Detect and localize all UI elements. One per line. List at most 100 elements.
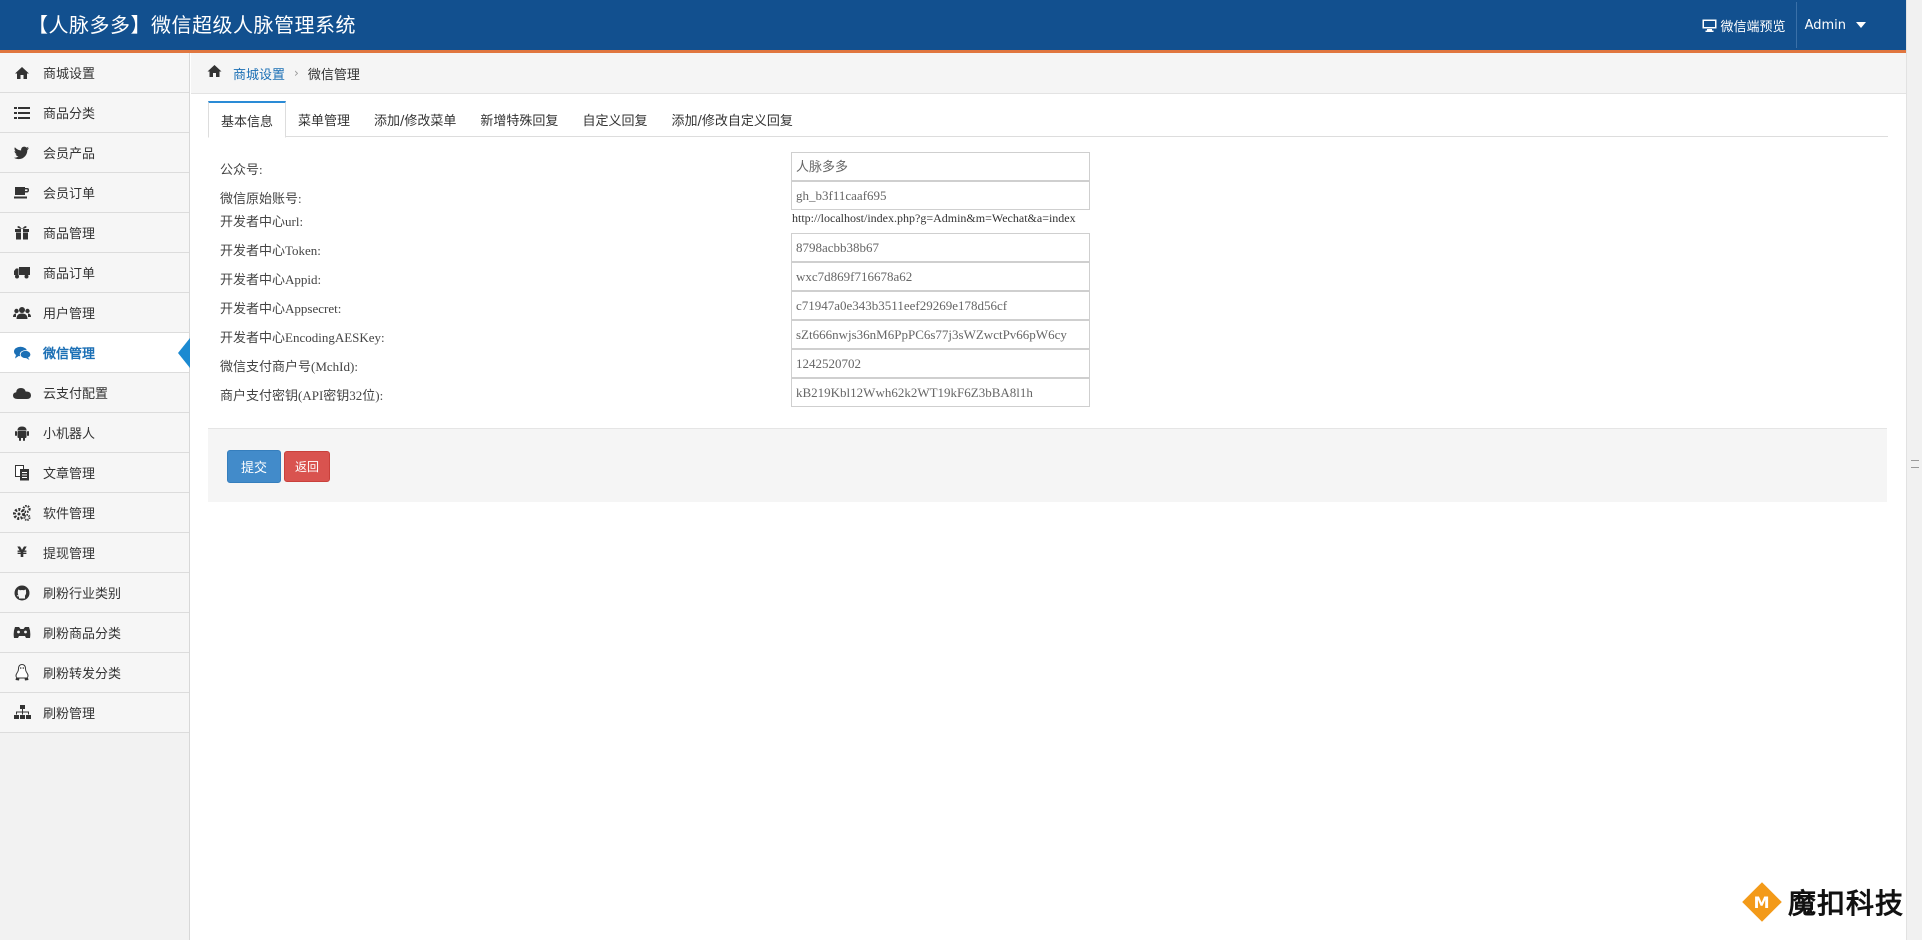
- back-button[interactable]: 返回: [284, 451, 330, 482]
- tab-menu-management[interactable]: 菜单管理: [286, 101, 362, 137]
- sidebar-item-label: 刷粉行业类别: [43, 587, 122, 602]
- aes-key-label: 开发者中心EncodingAESKey:: [220, 330, 385, 345]
- api-key-input[interactable]: kB219Kbl12Wwh62k2WT19kF6Z3bBA8l1h: [791, 378, 1090, 407]
- sidebar: 商城设置 商品分类 会员产品 会员订单 商品管理 商品订单 用户管理 微信管理 …: [0, 53, 190, 940]
- sitemap-icon: [13, 704, 31, 722]
- sidebar-item-software-management[interactable]: 软件管理: [0, 493, 189, 533]
- sidebar-item-robot[interactable]: 小机器人: [0, 413, 189, 453]
- token-label: 开发者中心Token:: [220, 243, 321, 258]
- appid-input[interactable]: wxc7d869f716678a62: [791, 262, 1090, 291]
- coffee-cup-icon: [13, 184, 31, 202]
- truck-icon: [13, 264, 31, 282]
- sidebar-item-article-management[interactable]: 文章管理: [0, 453, 189, 493]
- sidebar-item-member-products[interactable]: 会员产品: [0, 133, 189, 173]
- form-row-token: 开发者中心Token: 8798acbb38b67: [220, 233, 1120, 262]
- chevron-right-icon: ›: [294, 66, 299, 80]
- home-icon: [13, 64, 31, 82]
- twitter-icon: [13, 144, 31, 162]
- form-row-api-key: 商户支付密钥(API密钥32位): kB219Kbl12Wwh62k2WT19k…: [220, 378, 1120, 407]
- sidebar-item-product-orders[interactable]: 商品订单: [0, 253, 189, 293]
- home-icon[interactable]: [206, 64, 223, 82]
- github-icon: [13, 584, 31, 602]
- developer-url-value: http://localhost/index.php?g=Admin&m=Wec…: [792, 211, 1076, 225]
- sidebar-item-label: 会员订单: [43, 187, 96, 202]
- aes-key-input[interactable]: sZt666nwjs36nM6PpPC6s77j3sWZwctPv66pW6cy: [791, 320, 1090, 349]
- mch-id-label: 微信支付商户号(MchId):: [220, 359, 358, 374]
- cloud-icon: [13, 384, 31, 402]
- original-id-input[interactable]: gh_b3f11caaf695: [791, 181, 1090, 210]
- api-key-label: 商户支付密钥(API密钥32位):: [220, 388, 384, 403]
- tab-basic-info[interactable]: 基本信息: [208, 101, 287, 138]
- sidebar-item-fans-forward-categories[interactable]: 刷粉转发分类: [0, 653, 189, 693]
- sidebar-item-member-orders[interactable]: 会员订单: [0, 173, 189, 213]
- sidebar-item-fans-management[interactable]: 刷粉管理: [0, 693, 189, 733]
- appsecret-input[interactable]: c71947a0e343b3511eef29269e178d56cf: [791, 291, 1090, 320]
- page-scrollbar[interactable]: [1906, 0, 1922, 940]
- sidebar-item-label: 商品分类: [43, 107, 96, 122]
- gamepad-icon: [13, 624, 31, 642]
- scroll-grip-icon: [1911, 460, 1919, 468]
- breadcrumb-parent-link[interactable]: 商城设置: [233, 64, 285, 83]
- top-header: 【人脉多多】微信超级人脉管理系统 微信端预览 Admin: [0, 0, 1906, 53]
- yen-icon: ¥: [17, 544, 27, 561]
- sidebar-item-label: 商品管理: [43, 227, 96, 242]
- chat-bubbles-icon: [13, 344, 31, 362]
- watermark-logo-letter: M: [1754, 892, 1770, 912]
- form-actions: 提交 返回: [208, 428, 1887, 502]
- watermark-logo-icon: M: [1742, 882, 1782, 922]
- sidebar-item-mall-settings[interactable]: 商城设置: [0, 53, 189, 93]
- sidebar-item-label: 刷粉转发分类: [43, 667, 122, 682]
- appsecret-label: 开发者中心Appsecret:: [220, 301, 342, 316]
- sidebar-item-fans-industry[interactable]: 刷粉行业类别: [0, 573, 189, 613]
- sidebar-item-label: 文章管理: [43, 467, 96, 482]
- sidebar-item-cloud-pay-config[interactable]: 云支付配置: [0, 373, 189, 413]
- header-right: 微信端预览 Admin: [1692, 0, 1906, 50]
- sidebar-item-label: 云支付配置: [43, 387, 109, 402]
- sidebar-item-label: 会员产品: [43, 147, 96, 162]
- breadcrumb-current: 微信管理: [307, 67, 360, 83]
- breadcrumb: 商城设置 › 微信管理: [191, 53, 1906, 94]
- sidebar-item-user-management[interactable]: 用户管理: [0, 293, 189, 333]
- user-name: Admin: [1804, 17, 1846, 33]
- form-row-appsecret: 开发者中心Appsecret: c71947a0e343b3511eef2926…: [220, 291, 1120, 320]
- tab-add-special-reply[interactable]: 新增特殊回复: [468, 101, 570, 137]
- sidebar-item-withdrawal-management[interactable]: ¥ 提现管理: [0, 533, 189, 573]
- sidebar-item-product-categories[interactable]: 商品分类: [0, 93, 189, 133]
- app-title: 【人脉多多】微信超级人脉管理系统: [28, 13, 356, 37]
- submit-button[interactable]: 提交: [227, 450, 281, 483]
- gift-icon: [13, 224, 31, 242]
- form-row-mch-id: 微信支付商户号(MchId): 1242520702: [220, 349, 1120, 378]
- original-id-label: 微信原始账号:: [220, 191, 302, 206]
- appid-label: 开发者中心Appid:: [220, 272, 322, 287]
- user-menu[interactable]: Admin: [1797, 0, 1906, 50]
- files-icon: [13, 464, 31, 482]
- token-input[interactable]: 8798acbb38b67: [791, 233, 1090, 262]
- account-name-input[interactable]: 人脉多多: [791, 152, 1090, 181]
- sidebar-item-label: 商品订单: [43, 267, 96, 282]
- android-icon: [13, 424, 31, 442]
- caret-down-icon: [1856, 22, 1866, 28]
- developer-url-label: 开发者中心url:: [220, 214, 304, 229]
- form-row-account-name: 公众号: 人脉多多: [220, 152, 1120, 181]
- tab-custom-reply[interactable]: 自定义回复: [570, 101, 659, 137]
- tab-add-edit-menu[interactable]: 添加/修改菜单: [362, 101, 468, 137]
- sidebar-item-product-management[interactable]: 商品管理: [0, 213, 189, 253]
- sidebar-item-label: 微信管理: [43, 347, 96, 362]
- sidebar-item-label: 用户管理: [43, 307, 96, 322]
- tab-add-edit-custom-reply[interactable]: 添加/修改自定义回复: [659, 101, 804, 137]
- account-name-label: 公众号:: [220, 162, 263, 177]
- monitor-icon: [1702, 19, 1717, 32]
- form-row-original-id: 微信原始账号: gh_b3f11caaf695: [220, 181, 1120, 210]
- wechat-preview-link[interactable]: 微信端预览: [1692, 0, 1796, 50]
- sidebar-item-label: 提现管理: [43, 547, 96, 562]
- linux-icon: [13, 664, 31, 682]
- watermark: M 魔扣科技: [1742, 882, 1904, 922]
- sidebar-item-wechat-management[interactable]: 微信管理: [0, 333, 190, 373]
- mch-id-input[interactable]: 1242520702: [791, 349, 1090, 378]
- sidebar-item-label: 刷粉商品分类: [43, 627, 122, 642]
- form-row-aes-key: 开发者中心EncodingAESKey: sZt666nwjs36nM6PpPC…: [220, 320, 1120, 349]
- form-row-developer-url: 开发者中心url: http://localhost/index.php?g=A…: [220, 208, 1120, 229]
- sidebar-item-label: 软件管理: [43, 507, 96, 522]
- sidebar-item-fans-product-categories[interactable]: 刷粉商品分类: [0, 613, 189, 653]
- tab-bar: 基本信息 菜单管理 添加/修改菜单 新增特殊回复 自定义回复 添加/修改自定义回…: [208, 101, 1888, 138]
